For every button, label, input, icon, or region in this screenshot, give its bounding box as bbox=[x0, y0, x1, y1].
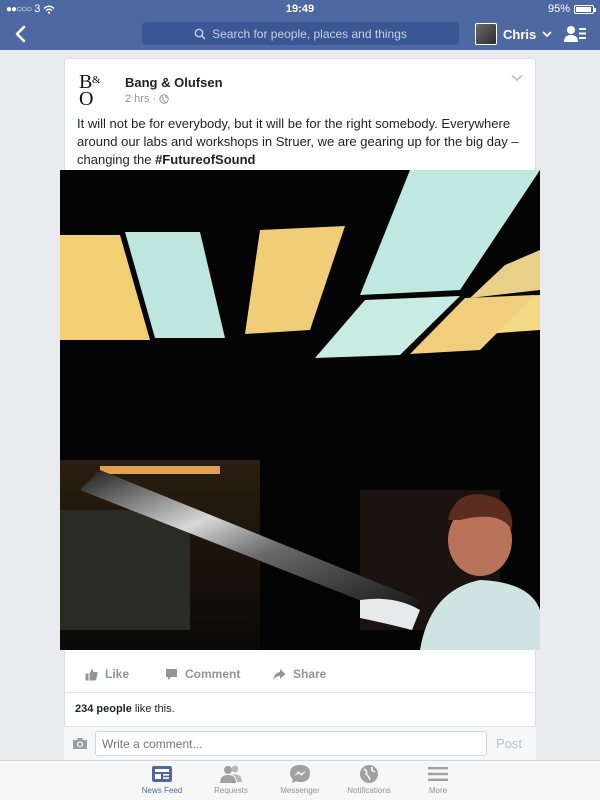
top-bar: ●●○○○ 3 19:49 95% Search for people, pla… bbox=[0, 0, 600, 50]
page-name-link[interactable]: Bang & Olufsen bbox=[125, 75, 223, 90]
tab-notifications[interactable]: Notifications bbox=[334, 764, 404, 795]
nav-bar: Search for people, places and things Chr… bbox=[0, 18, 600, 50]
share-label: Share bbox=[293, 667, 327, 681]
search-placeholder: Search for people, places and things bbox=[212, 26, 407, 41]
share-button[interactable]: Share bbox=[273, 667, 326, 681]
comment-input[interactable] bbox=[95, 731, 487, 756]
post-header: B & O Bang & Olufsen 2 hrs · bbox=[65, 59, 537, 115]
svg-text:O: O bbox=[79, 88, 93, 107]
profile-name: Chris bbox=[503, 26, 537, 42]
post-timestamp[interactable]: 2 hrs · bbox=[125, 93, 169, 105]
friends-icon bbox=[220, 765, 242, 783]
post-actions-bar: Like Comment Share bbox=[65, 657, 537, 693]
tab-messenger[interactable]: Messenger bbox=[265, 764, 335, 795]
menu-icon bbox=[428, 767, 448, 781]
post-text: It will not be for everybody, but it wil… bbox=[77, 115, 529, 169]
tab-more[interactable]: More bbox=[403, 764, 473, 795]
chevron-down-icon bbox=[542, 30, 552, 37]
chevron-left-icon bbox=[15, 25, 26, 43]
camera-icon[interactable] bbox=[72, 737, 88, 750]
chevron-down-icon bbox=[511, 74, 523, 81]
battery-icon bbox=[574, 4, 596, 14]
post-body: It will not be for everybody, but it wil… bbox=[77, 116, 519, 167]
like-label: Like bbox=[105, 667, 130, 681]
avatar bbox=[475, 23, 497, 45]
globe-icon bbox=[159, 94, 169, 104]
like-button[interactable]: Like bbox=[85, 667, 129, 681]
search-icon bbox=[194, 28, 206, 40]
comment-button[interactable]: Comment bbox=[165, 667, 240, 681]
post-options-button[interactable] bbox=[511, 73, 525, 83]
bottom-tab-bar: News Feed Requests Messenger Notificatio… bbox=[0, 760, 600, 800]
comment-icon bbox=[166, 668, 177, 680]
hashtag-link[interactable]: #FutureofSound bbox=[155, 152, 255, 167]
share-arrow-icon bbox=[273, 668, 286, 680]
likes-summary[interactable]: 234 people like this. bbox=[75, 703, 175, 715]
post-photo[interactable] bbox=[60, 170, 540, 650]
likes-count: 234 people bbox=[75, 703, 132, 715]
globe-icon bbox=[360, 765, 378, 783]
tab-news-feed[interactable]: News Feed bbox=[127, 764, 197, 795]
post-comment-button[interactable]: Post bbox=[496, 736, 522, 751]
tab-label: Messenger bbox=[280, 786, 320, 795]
svg-text:&: & bbox=[92, 74, 101, 86]
battery-status: 95% bbox=[547, 3, 596, 15]
clock: 19:49 bbox=[285, 3, 315, 15]
time-label: 2 hrs · bbox=[125, 93, 157, 105]
profile-menu-button[interactable]: Chris bbox=[475, 21, 552, 47]
news-feed-icon bbox=[152, 766, 172, 782]
friend-requests-icon[interactable] bbox=[564, 23, 586, 45]
tab-label: Notifications bbox=[347, 786, 391, 795]
tab-label: Requests bbox=[214, 786, 248, 795]
comment-bar: Post bbox=[64, 726, 536, 760]
thumbs-up-icon bbox=[85, 668, 98, 680]
tab-label: More bbox=[428, 786, 448, 795]
tab-label: News Feed bbox=[141, 786, 183, 795]
bang-olufsen-logo[interactable]: B & O bbox=[79, 71, 113, 107]
back-button[interactable] bbox=[8, 22, 32, 46]
likes-suffix: like this. bbox=[131, 703, 175, 715]
messenger-icon bbox=[290, 765, 310, 783]
battery-percent: 95% bbox=[547, 3, 570, 15]
tab-requests[interactable]: Requests bbox=[196, 764, 266, 795]
search-input[interactable]: Search for people, places and things bbox=[142, 22, 459, 45]
status-bar: ●●○○○ 3 19:49 95% bbox=[0, 0, 600, 18]
workshop-photo-image bbox=[60, 170, 540, 650]
comment-label: Comment bbox=[185, 667, 241, 681]
